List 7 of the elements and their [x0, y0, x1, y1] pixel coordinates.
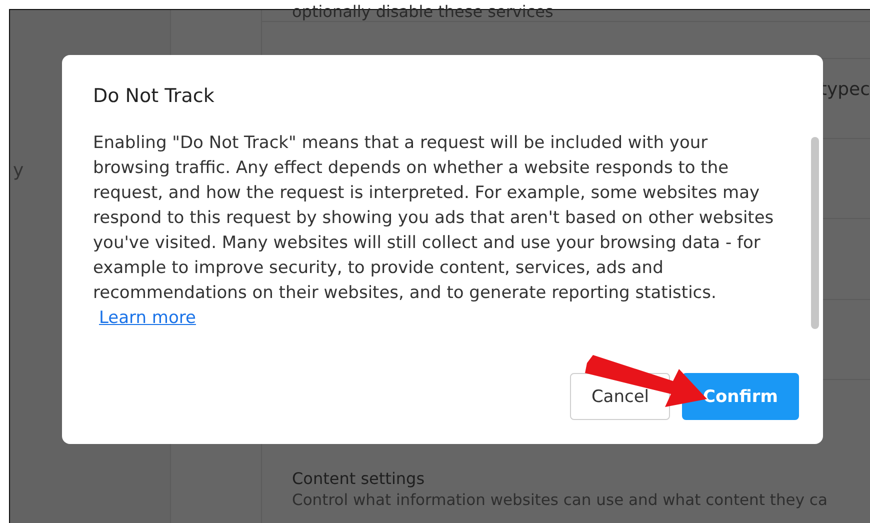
- dialog-title: Do Not Track: [93, 85, 216, 107]
- content-settings-description: Control what information websites can use and what content they ca: [292, 491, 828, 509]
- scrollbar-thumb[interactable]: [811, 137, 819, 329]
- learn-more-link[interactable]: Learn more: [99, 306, 196, 331]
- confirm-button[interactable]: Confirm: [682, 373, 799, 420]
- content-settings-title[interactable]: Content settings: [292, 469, 870, 488]
- dialog-body-text: Enabling "Do Not Track" means that a request will be included with your browsing traffic. Any effect depends on whether a website responds to the request, and how the request is interpreted. For example, some websites may respond to this request by showing you ads that aren't based on other websites you've visited. Many websites will still collect and use your browsing data - for example to improve security, to provide content, services, ads and recommendations on their websites, and to generate reporting statistics.: [93, 132, 775, 305]
